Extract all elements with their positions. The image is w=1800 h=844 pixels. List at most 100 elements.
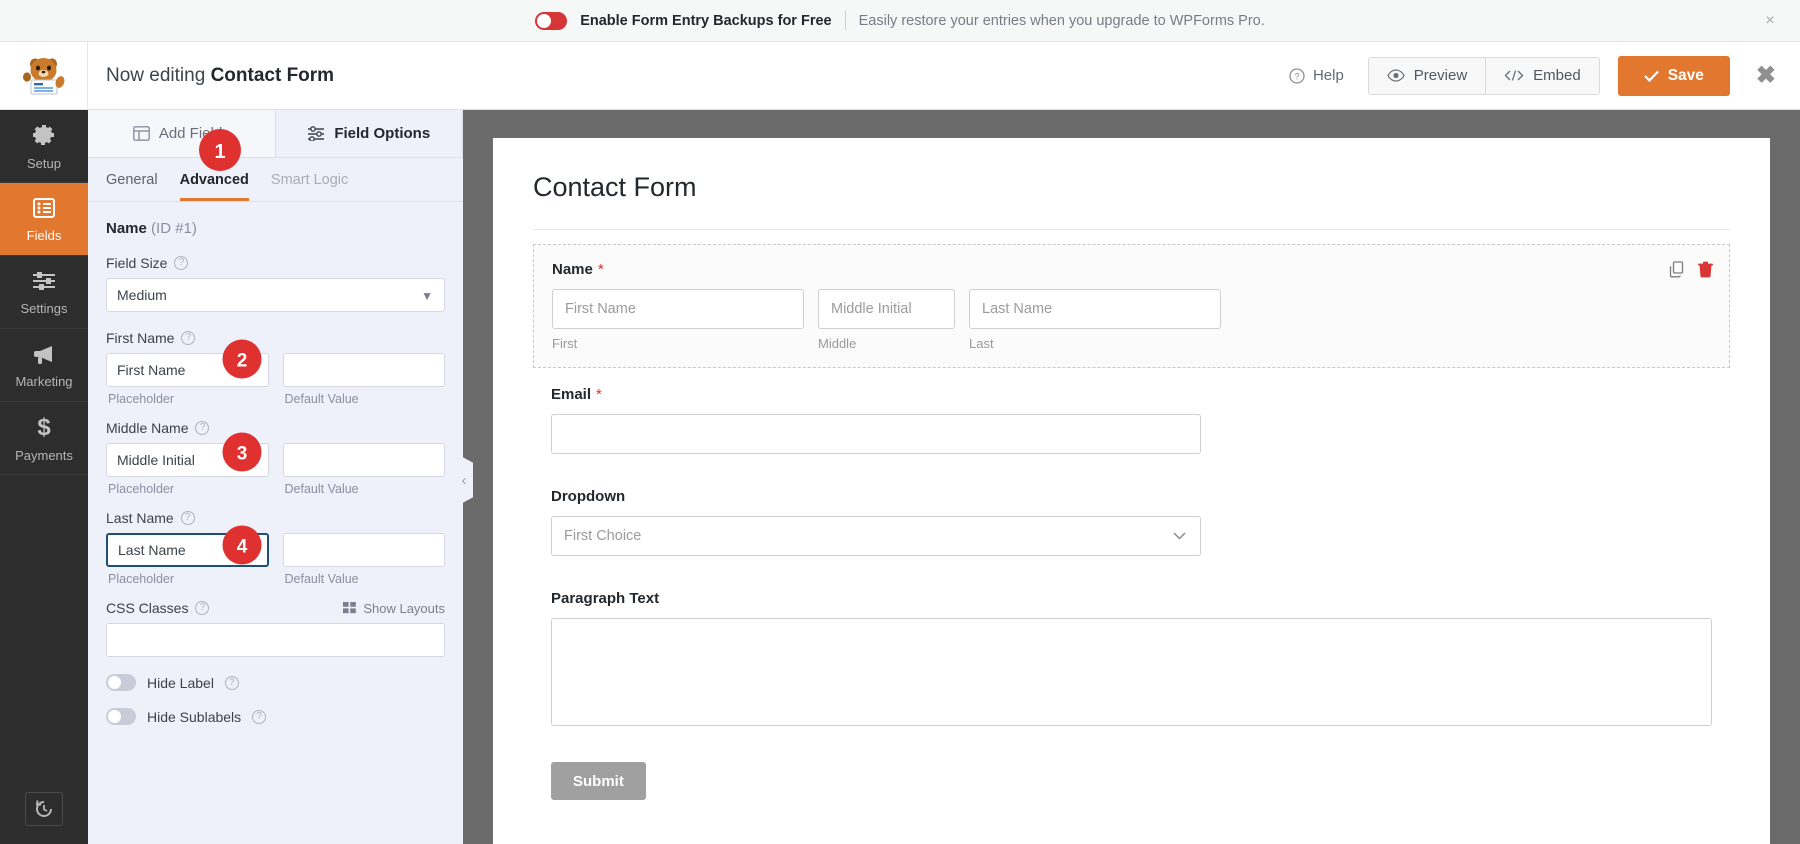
preview-field-label: Dropdown xyxy=(551,488,1712,505)
preview-field-name[interactable]: Name * First Name First Middle Initial M… xyxy=(533,244,1730,368)
sidebar-item-settings[interactable]: Settings xyxy=(0,256,88,329)
sidebar-item-marketing[interactable]: Marketing xyxy=(0,329,88,402)
hide-label-row: Hide Label ? xyxy=(106,674,445,691)
callout-number: 2 xyxy=(237,351,248,372)
field-toolbar xyxy=(1669,261,1713,283)
submit-button[interactable]: Submit xyxy=(551,762,646,800)
field-heading: Name (ID #1) xyxy=(106,220,445,237)
help-label: Help xyxy=(1313,67,1344,84)
field-size-select[interactable] xyxy=(106,278,445,312)
form-preview-card: Contact Form N xyxy=(493,138,1770,844)
sidebar-item-label: Fields xyxy=(27,228,62,243)
preview-field-paragraph[interactable]: Paragraph Text xyxy=(533,574,1730,742)
middle-name-label: Middle Name xyxy=(106,420,188,436)
show-layouts-button[interactable]: Show Layouts xyxy=(343,601,445,616)
dropdown-value: First Choice xyxy=(564,528,641,544)
page-title: Now editing Contact Form xyxy=(106,65,334,87)
hide-sublabels-text: Hide Sublabels xyxy=(147,709,241,725)
eye-icon xyxy=(1387,69,1405,82)
preview-paragraph-textarea[interactable] xyxy=(551,618,1712,726)
field-options-panel: Add Fields Field Options General Advance… xyxy=(88,110,463,844)
required-marker: * xyxy=(596,386,602,403)
subtab-general[interactable]: General xyxy=(106,172,158,201)
preview-dropdown-select[interactable]: First Choice xyxy=(551,516,1201,556)
default-value-note: Default Value xyxy=(285,482,446,496)
sidebar-item-payments[interactable]: $ Payments xyxy=(0,402,88,475)
revisions-button[interactable] xyxy=(25,792,63,826)
sidebar-item-label: Setup xyxy=(27,156,61,171)
preview-field-email[interactable]: Email * xyxy=(533,370,1730,470)
promo-headline: Enable Form Entry Backups for Free xyxy=(580,13,831,29)
first-name-default-input[interactable] xyxy=(283,353,446,387)
check-icon xyxy=(1644,70,1659,82)
sidebar-item-setup[interactable]: Setup xyxy=(0,110,88,183)
help-icon[interactable]: ? xyxy=(195,421,209,435)
svg-text:?: ? xyxy=(1294,71,1299,81)
last-name-label: Last Name xyxy=(106,510,174,526)
help-button[interactable]: ? Help xyxy=(1289,67,1344,84)
chevron-down-icon xyxy=(1173,532,1186,540)
tab-add-fields[interactable]: Add Fields xyxy=(88,110,276,157)
field-size-label-row: Field Size ? xyxy=(106,255,445,271)
placeholder-note: Placeholder xyxy=(108,392,269,406)
help-circle-icon: ? xyxy=(1289,68,1305,84)
layouts-grid-icon xyxy=(343,602,356,614)
help-icon[interactable]: ? xyxy=(181,511,195,525)
embed-label: Embed xyxy=(1533,67,1581,84)
help-icon[interactable]: ? xyxy=(174,256,188,270)
close-icon[interactable]: × xyxy=(1762,13,1778,29)
duplicate-icon[interactable] xyxy=(1669,261,1686,283)
help-icon[interactable]: ? xyxy=(225,676,239,690)
preview-field-dropdown[interactable]: Dropdown First Choice xyxy=(533,472,1730,572)
field-options-icon xyxy=(307,126,325,141)
preview-first-name-input[interactable]: First Name xyxy=(552,289,804,329)
callout-number: 1 xyxy=(214,141,225,163)
embed-button[interactable]: Embed xyxy=(1485,57,1600,95)
preview-email-input[interactable] xyxy=(551,414,1201,454)
tab-field-options[interactable]: Field Options xyxy=(276,110,464,157)
preview-button[interactable]: Preview xyxy=(1368,57,1485,95)
field-heading-id: (ID #1) xyxy=(151,220,197,237)
help-icon[interactable]: ? xyxy=(181,331,195,345)
preview-last-name-input[interactable]: Last Name xyxy=(969,289,1221,329)
form-preview-title: Contact Form xyxy=(533,172,1730,230)
hide-label-toggle[interactable] xyxy=(106,674,136,691)
form-backup-toggle[interactable] xyxy=(535,12,567,30)
last-name-default-input[interactable] xyxy=(283,533,446,567)
middle-name-default-input[interactable] xyxy=(283,443,446,477)
sublabel-first: First xyxy=(552,336,804,351)
close-builder-icon[interactable]: ✖ xyxy=(1756,64,1776,88)
hide-sublabels-toggle[interactable] xyxy=(106,708,136,725)
preview-field-label: Name * xyxy=(552,261,1711,278)
add-fields-icon xyxy=(133,126,150,141)
label-text: Paragraph Text xyxy=(551,590,659,607)
panel-tab-bar: Add Fields Field Options xyxy=(88,110,463,158)
subtab-smart-logic[interactable]: Smart Logic xyxy=(271,172,348,201)
required-marker: * xyxy=(598,261,604,278)
form-preview-area: Contact Form N xyxy=(463,110,1800,844)
delete-icon[interactable] xyxy=(1698,261,1713,283)
sidebar-item-fields[interactable]: Fields xyxy=(0,183,88,256)
callout-badge-1: 1 xyxy=(197,127,243,173)
css-classes-input[interactable] xyxy=(106,623,445,657)
sidebar-item-label: Settings xyxy=(21,301,68,316)
code-icon xyxy=(1504,69,1524,82)
callout-number: 4 xyxy=(237,537,248,558)
mascot-icon xyxy=(21,55,67,97)
sidebar-item-label: Payments xyxy=(15,448,73,463)
default-value-note: Default Value xyxy=(285,392,446,406)
megaphone-icon xyxy=(31,342,57,369)
subtab-advanced[interactable]: Advanced xyxy=(180,172,249,201)
last-name-label-row: Last Name ? xyxy=(106,510,445,526)
help-icon[interactable]: ? xyxy=(195,601,209,615)
preview-field-label: Paragraph Text xyxy=(551,590,1712,607)
hide-sublabels-row: Hide Sublabels ? xyxy=(106,708,445,725)
help-icon[interactable]: ? xyxy=(252,710,266,724)
preview-field-label: Email * xyxy=(551,386,1712,403)
preview-middle-name-input[interactable]: Middle Initial xyxy=(818,289,955,329)
editing-prefix: Now editing xyxy=(106,65,205,86)
css-classes-label: CSS Classes xyxy=(106,600,188,616)
save-button[interactable]: Save xyxy=(1618,56,1730,96)
placeholder-note: Placeholder xyxy=(108,482,269,496)
callout-badge-2: 2 xyxy=(221,338,263,380)
